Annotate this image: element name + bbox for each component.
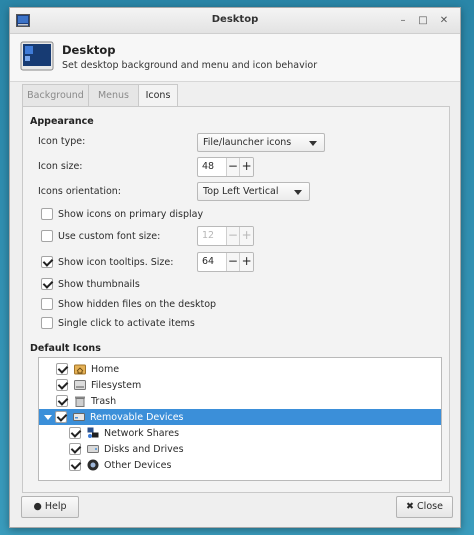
checkbox-box[interactable] (41, 208, 53, 220)
titlebar[interactable]: Desktop – □ ✕ (10, 8, 460, 34)
tooltip-size-spinner[interactable]: 64 − + (197, 252, 254, 272)
tree-label-filesystem: Filesystem (91, 379, 142, 391)
checkbox-box[interactable] (69, 459, 81, 471)
tree-label-home: Home (91, 363, 120, 375)
help-button[interactable]: ● Help (21, 496, 79, 518)
custom-font-minus-button: − (225, 227, 240, 245)
other-devices-icon (87, 459, 99, 471)
help-button-label: Help (44, 501, 67, 512)
tree-label-network-shares: Network Shares (104, 427, 180, 439)
checkbox-box[interactable] (41, 317, 53, 329)
custom-font-size-checkbox[interactable]: Use custom font size: (41, 229, 160, 243)
icon-type-label: Icon type: (38, 136, 86, 147)
default-icons-section-title: Default Icons (30, 343, 101, 354)
desktop-settings-window: Desktop – □ ✕ Desktop Set desktop backgr… (9, 7, 461, 528)
single-click-checkbox[interactable]: Single click to activate items (41, 316, 195, 330)
minimize-icon[interactable]: – (396, 14, 410, 28)
single-click-label: Single click to activate items (58, 317, 195, 329)
icons-orientation-label: Icons orientation: (38, 186, 121, 197)
icon-type-value: File/launcher icons (203, 137, 292, 148)
filesystem-icon (74, 380, 86, 390)
custom-font-size-label: Use custom font size: (58, 230, 161, 242)
help-icon: ● (33, 501, 42, 512)
checkbox-box[interactable] (69, 443, 81, 455)
window-title: Desktop (211, 14, 259, 25)
tree-row-trash[interactable]: Trash (39, 393, 441, 409)
show-thumbnails-label: Show thumbnails (58, 278, 140, 290)
tree-label-other-devices: Other Devices (104, 459, 172, 471)
expander-arrow-icon[interactable] (43, 412, 53, 422)
checkbox-box[interactable] (56, 379, 68, 391)
disks-drives-icon (87, 445, 99, 453)
icon-size-value[interactable]: 48 (198, 158, 226, 176)
icon-tooltips-checkbox[interactable]: Show icon tooltips. Size: (41, 255, 173, 269)
icon-type-select[interactable]: File/launcher icons (197, 133, 325, 152)
dialog-header: Desktop Set desktop background and menu … (10, 34, 460, 82)
close-window-icon[interactable]: ✕ (437, 14, 451, 28)
desktop-settings-icon (20, 41, 54, 71)
tree-label-removable-devices: Removable Devices (90, 411, 184, 423)
tab-background[interactable]: Background (22, 84, 89, 106)
checkbox-box[interactable] (55, 411, 67, 423)
tree-row-home[interactable]: Home (39, 361, 441, 377)
icons-orientation-select[interactable]: Top Left Vertical (197, 182, 310, 201)
chevron-down-icon (294, 190, 302, 195)
chevron-down-icon (309, 141, 317, 146)
checkbox-box[interactable] (56, 363, 68, 375)
show-primary-display-checkbox[interactable]: Show icons on primary display (41, 207, 203, 221)
tree-row-disks-and-drives[interactable]: Disks and Drives (39, 441, 441, 457)
close-button-label: Close (417, 501, 443, 512)
tree-label-trash: Trash (91, 395, 117, 407)
tree-label-disks-and-drives: Disks and Drives (104, 443, 184, 455)
checkbox-box[interactable] (56, 395, 68, 407)
checkbox-box[interactable] (41, 256, 53, 268)
tooltip-size-minus-button[interactable]: − (225, 253, 240, 271)
show-primary-display-label: Show icons on primary display (58, 208, 204, 220)
tree-row-other-devices[interactable]: Other Devices (39, 457, 441, 473)
custom-font-size-value: 12 (202, 230, 215, 241)
checkbox-box[interactable] (69, 427, 81, 439)
tab-icons[interactable]: Icons (138, 84, 178, 107)
header-title: Desktop (62, 43, 116, 57)
maximize-icon[interactable]: □ (416, 14, 430, 28)
tree-row-network-shares[interactable]: Network Shares (39, 425, 441, 441)
close-button[interactable]: ✖ Close (396, 496, 453, 518)
custom-font-plus-button: + (239, 227, 253, 245)
show-thumbnails-checkbox[interactable]: Show thumbnails (41, 277, 140, 291)
tooltip-size-value[interactable]: 64 (198, 253, 226, 271)
header-subtitle: Set desktop background and menu and icon… (62, 60, 318, 71)
tab-menus[interactable]: Menus (88, 84, 139, 106)
checkbox-box[interactable] (41, 230, 53, 242)
custom-font-size-spinner: 12 − + (197, 226, 254, 246)
icon-size-minus-button[interactable]: − (225, 158, 240, 176)
default-icons-tree[interactable]: Home Filesystem Trash Removable Devices … (38, 357, 442, 481)
icon-tooltips-label: Show icon tooltips. Size: (58, 256, 174, 268)
tooltip-size-plus-button[interactable]: + (239, 253, 253, 271)
removable-devices-icon (73, 413, 85, 421)
appearance-section-title: Appearance (30, 116, 94, 127)
show-hidden-files-label: Show hidden files on the desktop (58, 298, 217, 310)
tree-row-removable-devices[interactable]: Removable Devices (39, 409, 441, 425)
icon-size-spinner[interactable]: 48 − + (197, 157, 254, 177)
close-icon: ✖ (406, 501, 415, 512)
icon-size-label: Icon size: (38, 161, 83, 172)
trash-icon (75, 396, 85, 407)
show-hidden-files-checkbox[interactable]: Show hidden files on the desktop (41, 297, 216, 311)
checkbox-box[interactable] (41, 298, 53, 310)
icons-panel: Appearance Icon type: File/launcher icon… (22, 106, 450, 493)
tree-row-filesystem[interactable]: Filesystem (39, 377, 441, 393)
home-folder-icon (74, 364, 86, 375)
checkbox-box[interactable] (41, 278, 53, 290)
network-shares-icon (87, 427, 99, 438)
icon-size-plus-button[interactable]: + (239, 158, 253, 176)
icons-orientation-value: Top Left Vertical (203, 186, 279, 197)
